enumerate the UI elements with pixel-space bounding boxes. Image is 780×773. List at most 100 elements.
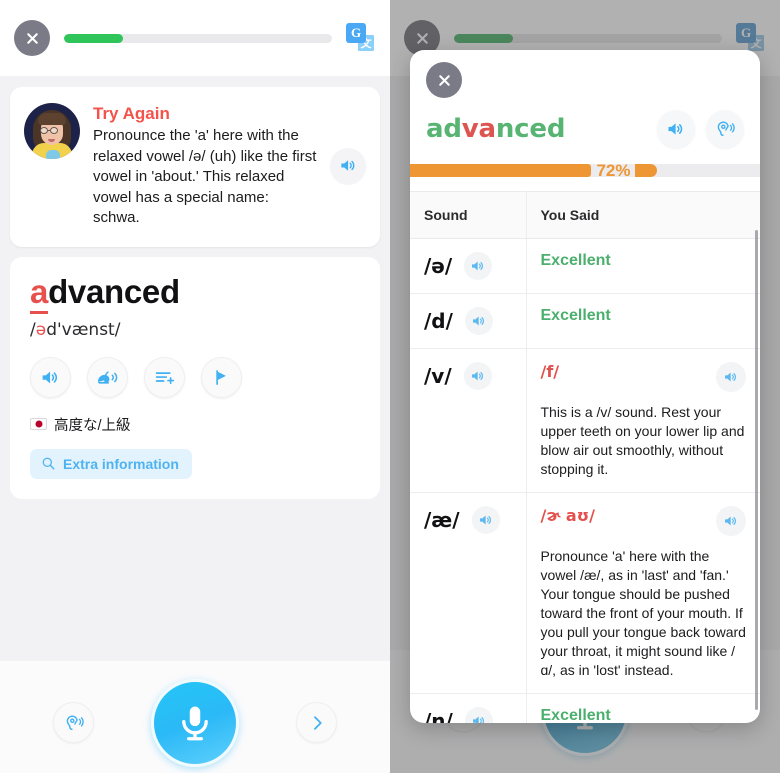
listen-button[interactable]	[53, 702, 94, 743]
word-card: advanced /əd'vænst/ 高度な/上級 Extra informa…	[10, 256, 380, 499]
sound-cell: /v/	[410, 348, 527, 493]
said-note: This is a /v/ sound. Rest your upper tee…	[540, 404, 745, 477]
table-row[interactable]: /d/Excellent	[410, 293, 760, 349]
said-status: Excellent	[540, 707, 611, 723]
sound-cell: /ə/	[410, 238, 527, 294]
said-ipa: /ɚ aʊ/	[540, 506, 595, 525]
chevron-right-icon	[313, 715, 322, 730]
list-add-icon	[155, 371, 175, 384]
sound-cell: /d/	[410, 293, 527, 349]
column-header-you-said: You Said	[526, 191, 760, 239]
sounds-table: Sound You Said /ə/Excellent/d/Excellent /…	[410, 191, 760, 723]
slow-audio-button[interactable]	[87, 356, 128, 398]
ipa-highlight: ə	[35, 319, 47, 340]
you-said-cell: Excellent	[526, 238, 760, 294]
sound-cell: /æ/	[410, 492, 527, 694]
said-status: Excellent	[540, 252, 611, 269]
sounds-table-head: Sound You Said	[410, 191, 760, 239]
close-icon	[26, 32, 38, 44]
table-row[interactable]: /n/Excellent	[410, 693, 760, 723]
language-row: 高度な/上級	[30, 414, 360, 435]
speaker-icon	[472, 316, 484, 326]
record-microphone-button[interactable]	[151, 678, 239, 767]
lesson-progress-fill	[64, 33, 123, 43]
column-header-sound: Sound	[410, 191, 527, 239]
score-bar-fill	[410, 164, 592, 177]
modal-word-row: advanced	[410, 98, 760, 148]
sounds-table-body: /ə/Excellent/d/Excellent/v/ /f/This is a …	[410, 238, 760, 723]
ear-listen-icon	[66, 715, 84, 730]
play-flag-icon	[216, 369, 226, 385]
play-audio-button[interactable]	[30, 356, 71, 398]
word-highlight-letter: a	[30, 272, 48, 314]
sound-play-button[interactable]	[471, 506, 500, 534]
modal-word: advanced	[426, 114, 646, 144]
modal-word-part-0: ad	[426, 114, 462, 144]
you-said-cell: Excellent	[526, 293, 760, 349]
score-percent: 72%	[596, 160, 631, 180]
avatar	[24, 103, 80, 159]
modal-play-audio-button[interactable]	[657, 110, 695, 148]
speaker-icon	[479, 515, 491, 525]
translate-source-card: G	[346, 23, 366, 43]
sound-ipa: /ə/	[424, 254, 453, 278]
word-rest: dvanced	[48, 272, 180, 310]
speaker-icon	[42, 371, 57, 383]
speaker-icon	[725, 516, 736, 526]
sound-ipa: /æ/	[424, 508, 460, 532]
close-button[interactable]	[14, 20, 50, 56]
you-said-cell: /ɚ aʊ/Pronounce 'a' here with the vowel …	[526, 492, 760, 694]
score-row: 72%	[410, 148, 760, 191]
speaker-icon	[725, 372, 736, 382]
snail-icon	[97, 370, 118, 384]
table-row[interactable]: /æ/ /ɚ aʊ/Pronounce 'a' here with the vow…	[410, 492, 760, 694]
sound-play-button[interactable]	[464, 307, 493, 335]
score-bar-cap	[635, 164, 658, 177]
feedback-title: Try Again	[93, 104, 170, 123]
add-to-list-button[interactable]	[144, 356, 185, 398]
said-status: Excellent	[540, 307, 611, 324]
lesson-content: Try Again Pronounce the 'a' here with th…	[0, 87, 390, 773]
feedback-card: Try Again Pronounce the 'a' here with th…	[10, 87, 380, 247]
table-header-row: Sound You Said	[410, 191, 760, 239]
said-play-button[interactable]	[716, 362, 746, 392]
said-play-button[interactable]	[716, 506, 746, 536]
google-translate-icon[interactable]: 文 G	[346, 23, 376, 53]
pronunciation-detail-modal: advanced 72% Sound You Said /ə/ Excellen…	[410, 50, 760, 723]
sound-cell: /n/	[410, 693, 527, 723]
sound-ipa: /v/	[424, 364, 452, 388]
language-label: 高度な/上級	[54, 417, 131, 434]
microphone-icon	[182, 706, 208, 740]
said-note: Pronounce 'a' here with the vowel /æ/, a…	[540, 548, 746, 678]
modal-close-button[interactable]	[426, 62, 462, 98]
score-bar: 72%	[410, 161, 760, 180]
sound-play-button[interactable]	[464, 707, 493, 723]
modal-word-part-1: va	[461, 114, 496, 144]
table-row[interactable]: /v/ /f/This is a /v/ sound. Rest your upp…	[410, 348, 760, 493]
word-headline: advanced	[30, 272, 360, 314]
sound-play-button[interactable]	[464, 252, 493, 280]
next-button[interactable]	[296, 702, 337, 743]
ear-listen-icon	[717, 121, 735, 136]
modal-word-part-2: nced	[495, 114, 566, 144]
modal-listen-recording-button[interactable]	[706, 110, 744, 148]
word-action-buttons	[30, 356, 360, 398]
play-video-button[interactable]	[201, 356, 242, 398]
close-icon	[438, 74, 450, 86]
speaker-icon	[668, 123, 683, 135]
search-icon	[42, 457, 55, 470]
word-ipa: /əd'vænst/	[30, 320, 360, 340]
speaker-icon	[471, 371, 483, 381]
speaker-icon	[472, 261, 484, 271]
sounds-table-wrapper[interactable]: Sound You Said /ə/Excellent/d/Excellent /…	[410, 191, 760, 723]
top-bar: 文 G	[0, 0, 390, 76]
said-ipa: /f/	[540, 362, 560, 381]
you-said-cell: Excellent	[526, 693, 760, 723]
sound-ipa: /n/	[424, 709, 453, 723]
feedback-speaker-button[interactable]	[330, 147, 366, 184]
table-row[interactable]: /ə/Excellent	[410, 238, 760, 294]
sound-play-button[interactable]	[463, 362, 492, 390]
extra-information-button[interactable]: Extra information	[30, 448, 192, 479]
modal-scrollbar[interactable]	[755, 230, 758, 710]
extra-information-label: Extra information	[63, 455, 179, 472]
